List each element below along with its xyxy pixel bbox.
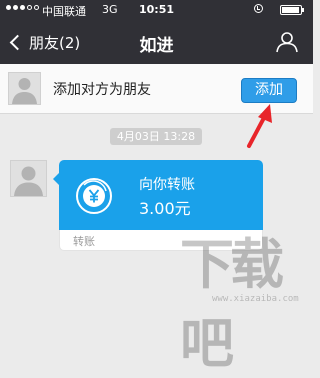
status-bar: 中国联通 3G 10:51 [0, 0, 313, 20]
yen-exchange-icon [76, 178, 112, 214]
battery-icon [280, 5, 304, 15]
person-icon [276, 32, 298, 53]
default-avatar-icon [14, 166, 43, 196]
default-avatar-icon [12, 78, 37, 104]
chevron-left-icon [9, 34, 26, 50]
add-friend-banner: 添加对方为朋友 添加 [0, 64, 313, 114]
watermark-url: www.xiazaiba.com [212, 294, 299, 304]
chat-screen: 中国联通 3G 10:51 朋友(2) 如进 添加对方为朋友 添加 4月03日 … [0, 0, 313, 375]
add-friend-prompt: 添加对方为朋友 [53, 82, 151, 98]
back-button[interactable]: 朋友(2) [8, 29, 80, 55]
message-timestamp: 4月03日 13:28 [110, 128, 202, 145]
nav-bar: 朋友(2) 如进 [0, 20, 313, 64]
watermark: 下载吧 www.xiazaiba.com [172, 214, 313, 375]
profile-button[interactable] [274, 30, 300, 54]
sender-avatar[interactable] [10, 160, 47, 197]
avatar [8, 72, 41, 105]
status-time: 10:51 [138, 3, 174, 16]
rotation-lock-icon [254, 4, 263, 13]
header: 中国联通 3G 10:51 朋友(2) 如进 [0, 0, 313, 64]
transfer-label: 向你转账 [139, 177, 195, 193]
add-friend-button[interactable]: 添加 [241, 78, 297, 103]
transfer-footer-label: 转账 [73, 235, 95, 248]
back-label: 朋友(2) [29, 33, 81, 52]
